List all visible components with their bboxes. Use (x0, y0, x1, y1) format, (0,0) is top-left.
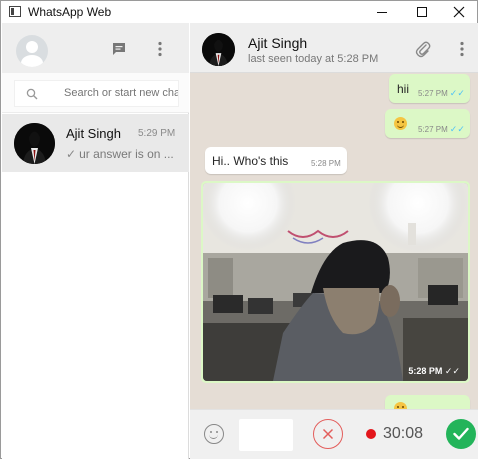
message-timestamp: 5:28 PM (311, 159, 341, 168)
minimize-icon (377, 11, 387, 13)
chat-icon (113, 43, 125, 55)
contact-last-seen: last seen today at 5:28 PM (248, 53, 379, 65)
photo-image (203, 183, 468, 381)
search-input[interactable] (64, 87, 178, 99)
chat-list-item[interactable]: Ajit Singh 5:29 PM ✓ ur answer is on ... (2, 114, 189, 172)
recording-timer: 30:08 (383, 425, 424, 442)
read-receipt-icon: ✓✓ (449, 88, 465, 98)
sent-tick-icon: ✓ (66, 147, 77, 161)
conversation-header: Ajit Singh last seen today at 5:28 PM (190, 23, 478, 73)
message-list: hii 5:27 PM ✓✓ 5:27 PM ✓✓ Hi.. Who's this … (190, 73, 478, 417)
message-time: 5:27 PM ✓✓ (418, 124, 465, 135)
search-bar (2, 73, 189, 113)
chat-preview: ✓ ur answer is on ... (66, 147, 174, 161)
photo-time: 5:28 PM ✓✓ (408, 366, 460, 376)
recording-indicator (366, 429, 376, 439)
my-avatar[interactable] (16, 35, 48, 67)
menu-icon (460, 41, 464, 57)
message-bubble-outgoing[interactable]: 5:27 PM ✓✓ (385, 109, 470, 138)
avatar-image (202, 33, 235, 66)
search-box[interactable] (14, 80, 179, 107)
avatar-image (14, 123, 55, 164)
photo-message[interactable]: 5:28 PM ✓✓ (201, 181, 470, 383)
profile-header (2, 23, 189, 73)
maximize-icon (417, 7, 427, 17)
emoji-icon[interactable] (204, 424, 224, 444)
chat-time: 5:29 PM (138, 128, 176, 139)
message-bubble-outgoing[interactable]: hii 5:27 PM ✓✓ (389, 74, 470, 103)
message-timestamp: 5:28 PM (408, 366, 443, 376)
app-window: WhatsApp Web Search or start new chat Aj… (0, 0, 478, 459)
chat-name: Ajit Singh (66, 126, 121, 141)
conversation-pane: Ajit Singh last seen today at 5:28 PM hi… (190, 23, 478, 459)
window-title: WhatsApp Web (28, 5, 112, 19)
chat-preview-text: ur answer is on ... (79, 147, 174, 161)
conversation-menu-button[interactable] (453, 40, 471, 58)
message-time: 5:27 PM ✓✓ (418, 88, 465, 99)
message-timestamp: 5:27 PM (418, 125, 448, 134)
title-bar: WhatsApp Web (1, 1, 477, 23)
message-text: hii (397, 82, 410, 96)
recording-bar: 30:08 (190, 409, 478, 459)
chat-list-pane: Ajit Singh 5:29 PM ✓ur answer is on ... (2, 23, 189, 459)
close-icon (322, 428, 334, 440)
message-input[interactable] (239, 419, 293, 451)
new-chat-button[interactable] (110, 40, 128, 58)
message-bubble-incoming[interactable]: Hi.. Who's this 5:28 PM (205, 147, 347, 174)
menu-icon (158, 41, 162, 57)
message-text: Hi.. Who's this (212, 154, 289, 168)
cancel-recording-button[interactable] (313, 419, 343, 449)
maximize-button[interactable] (402, 1, 442, 23)
contact-name[interactable]: Ajit Singh (248, 35, 307, 51)
message-timestamp: 5:27 PM (418, 89, 448, 98)
send-recording-button[interactable] (446, 419, 476, 449)
paperclip-icon (415, 41, 431, 58)
smiley-emoji-icon (394, 117, 407, 130)
close-icon (453, 6, 465, 18)
minimize-button[interactable] (362, 1, 402, 23)
contact-header-avatar[interactable] (202, 33, 235, 66)
close-window-button[interactable] (439, 1, 478, 23)
check-icon (453, 427, 469, 440)
contact-avatar (14, 123, 55, 164)
left-menu-button[interactable] (151, 40, 169, 58)
read-receipt-icon: ✓✓ (449, 124, 465, 134)
app-icon (9, 6, 21, 17)
search-icon (26, 88, 38, 100)
attach-button[interactable] (414, 40, 432, 58)
